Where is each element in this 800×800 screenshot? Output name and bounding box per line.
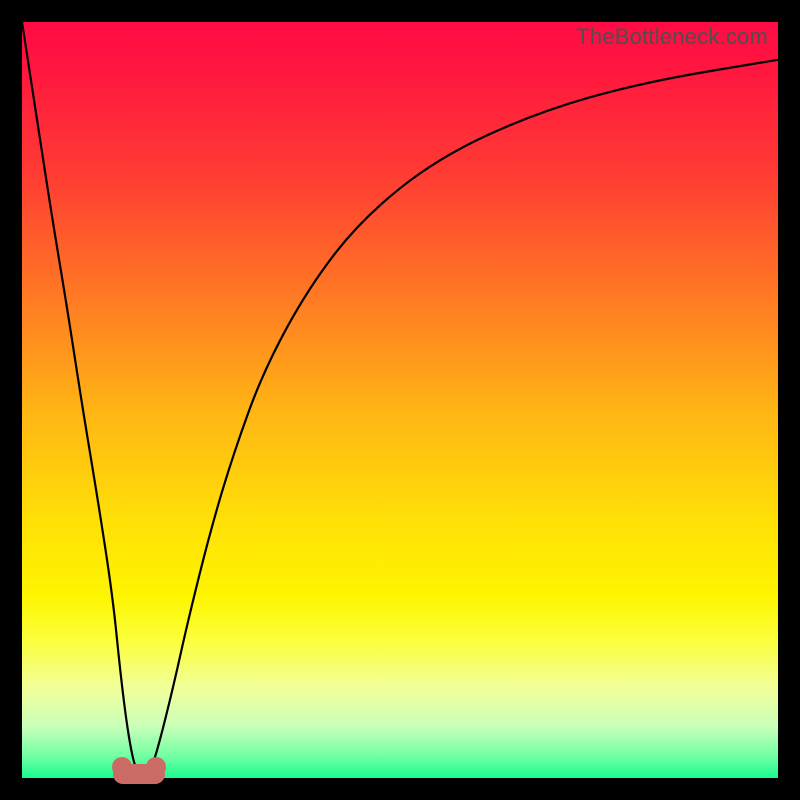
- curve-layer: [22, 22, 778, 778]
- bottleneck-curve-path: [22, 22, 778, 773]
- plot-area: TheBottleneck.com: [22, 22, 778, 778]
- chart-frame: TheBottleneck.com: [0, 0, 800, 800]
- minimum-marker: [113, 764, 165, 784]
